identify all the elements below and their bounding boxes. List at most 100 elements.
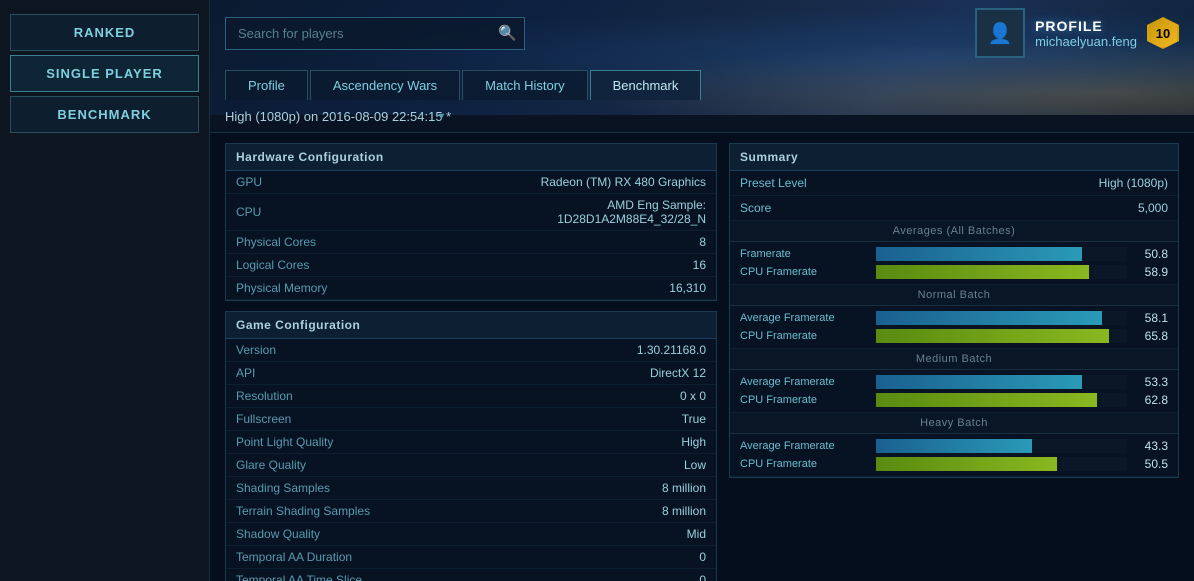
bar-label: CPU Framerate — [740, 394, 870, 406]
game-config-table: Version 1.30.21168.0API DirectX 12Resolu… — [226, 339, 716, 581]
right-column: Summary Preset Level High (1080p) Score … — [729, 143, 1179, 581]
bar-label: CPU Framerate — [740, 458, 870, 470]
table-row: Glare Quality Low — [226, 454, 716, 477]
score-row: Score 5,000 — [730, 196, 1178, 221]
config-value: 0 x 0 — [496, 385, 717, 408]
bar-track — [876, 439, 1127, 453]
config-label: Resolution — [226, 385, 496, 408]
bar-value: 62.8 — [1133, 393, 1168, 407]
config-label: Physical Memory — [226, 277, 496, 300]
config-label: Logical Cores — [226, 254, 496, 277]
normal-batch-label: Normal Batch — [730, 285, 1178, 306]
config-value: Low — [496, 454, 717, 477]
tab-ascendency-wars[interactable]: Ascendency Wars — [310, 70, 460, 100]
bar-fill — [876, 311, 1102, 325]
preset-level-row: Preset Level High (1080p) — [730, 171, 1178, 196]
table-row: Temporal AA Duration 0 — [226, 546, 716, 569]
bar-value: 43.3 — [1133, 439, 1168, 453]
table-row: Resolution 0 x 0 — [226, 385, 716, 408]
config-value: 16 — [496, 254, 717, 277]
bar-row: CPU Framerate 50.5 — [740, 457, 1168, 471]
config-value: True — [496, 408, 717, 431]
preset-dropdown-wrapper: High (1080p) on 2016-08-09 22:54:15 * ▼ — [225, 109, 451, 124]
bar-fill — [876, 265, 1089, 279]
config-value: 0 — [496, 569, 717, 581]
content-area: High (1080p) on 2016-08-09 22:54:15 * ▼ … — [210, 100, 1194, 581]
tab-match-history[interactable]: Match History — [462, 70, 587, 100]
bar-row: Average Framerate 58.1 — [740, 311, 1168, 325]
hardware-config-table: GPU Radeon (TM) RX 480 GraphicsCPU AMD E… — [226, 171, 716, 300]
bar-value: 65.8 — [1133, 329, 1168, 343]
table-row: Shadow Quality Mid — [226, 523, 716, 546]
left-column: Hardware Configuration GPU Radeon (TM) R… — [225, 143, 717, 581]
config-value: 8 million — [496, 477, 717, 500]
config-value: High — [496, 431, 717, 454]
bar-label: Framerate — [740, 248, 870, 260]
bar-fill — [876, 457, 1057, 471]
bar-fill — [876, 247, 1082, 261]
sidebar: RANKED SINGLE PLAYER BENCHMARK — [0, 0, 210, 581]
medium-batch-label: Medium Batch — [730, 349, 1178, 370]
score-value: 5,000 — [1138, 201, 1168, 215]
game-config-header: Game Configuration — [226, 312, 716, 339]
config-value: 0 — [496, 546, 717, 569]
main-content: 🔍 👤 PROFILE michaelyuan.feng 10 ProfileA… — [210, 0, 1194, 581]
table-row: Version 1.30.21168.0 — [226, 339, 716, 362]
bar-fill — [876, 375, 1082, 389]
heavy-batch-section: Average Framerate 43.3 CPU Framerate 50.… — [730, 434, 1178, 477]
table-row: Physical Cores 8 — [226, 231, 716, 254]
bar-value: 58.1 — [1133, 311, 1168, 325]
config-value: 1.30.21168.0 — [496, 339, 717, 362]
hardware-config-header: Hardware Configuration — [226, 144, 716, 171]
config-value: 8 million — [496, 500, 717, 523]
config-label: CPU — [226, 194, 496, 231]
config-label: Fullscreen — [226, 408, 496, 431]
config-value: Radeon (TM) RX 480 Graphics — [496, 171, 717, 194]
config-label: GPU — [226, 171, 496, 194]
sidebar-btn-single-player[interactable]: SINGLE PLAYER — [10, 55, 199, 92]
search-container: 🔍 — [225, 17, 525, 50]
table-row: GPU Radeon (TM) RX 480 Graphics — [226, 171, 716, 194]
table-row: Physical Memory 16,310 — [226, 277, 716, 300]
game-config-box: Game Configuration Version 1.30.21168.0A… — [225, 311, 717, 581]
bar-label: Average Framerate — [740, 440, 870, 452]
bar-track — [876, 457, 1127, 471]
preset-level-label: Preset Level — [740, 176, 807, 190]
heavy-batch-label: Heavy Batch — [730, 413, 1178, 434]
sidebar-btn-ranked[interactable]: RANKED — [10, 14, 199, 51]
score-label: Score — [740, 201, 771, 215]
config-label: Temporal AA Duration — [226, 546, 496, 569]
tab-profile[interactable]: Profile — [225, 70, 308, 100]
bar-value: 50.5 — [1133, 457, 1168, 471]
preset-label: High (1080p) on 2016-08-09 22:54:15 * — [225, 109, 451, 124]
table-row: CPU AMD Eng Sample: 1D28D1A2M88E4_32/28_… — [226, 194, 716, 231]
config-value: DirectX 12 — [496, 362, 717, 385]
bar-fill — [876, 329, 1109, 343]
summary-box: Summary Preset Level High (1080p) Score … — [729, 143, 1179, 478]
config-value: Mid — [496, 523, 717, 546]
summary-header: Summary — [730, 144, 1178, 171]
profile-area: 👤 PROFILE michaelyuan.feng 10 — [975, 8, 1179, 58]
table-row: Logical Cores 16 — [226, 254, 716, 277]
search-button[interactable]: 🔍 — [498, 24, 517, 42]
config-value: 16,310 — [496, 277, 717, 300]
bar-row: Average Framerate 43.3 — [740, 439, 1168, 453]
bar-row: Average Framerate 53.3 — [740, 375, 1168, 389]
tab-benchmark[interactable]: Benchmark — [590, 70, 702, 100]
config-label: Temporal AA Time Slice — [226, 569, 496, 581]
bar-label: Average Framerate — [740, 376, 870, 388]
config-label: Physical Cores — [226, 231, 496, 254]
averages-all-label: Averages (All Batches) — [730, 221, 1178, 242]
bar-track — [876, 265, 1127, 279]
bar-label: Average Framerate — [740, 312, 870, 324]
bar-label: CPU Framerate — [740, 266, 870, 278]
config-label: Point Light Quality — [226, 431, 496, 454]
avatar: 👤 — [975, 8, 1025, 58]
search-icon: 🔍 — [498, 25, 517, 42]
sidebar-btn-benchmark[interactable]: BENCHMARK — [10, 96, 199, 133]
profile-username: michaelyuan.feng — [1035, 34, 1137, 49]
profile-label: PROFILE — [1035, 18, 1137, 34]
bar-track — [876, 247, 1127, 261]
search-input[interactable] — [225, 17, 525, 50]
config-value: AMD Eng Sample: 1D28D1A2M88E4_32/28_N — [496, 194, 717, 231]
